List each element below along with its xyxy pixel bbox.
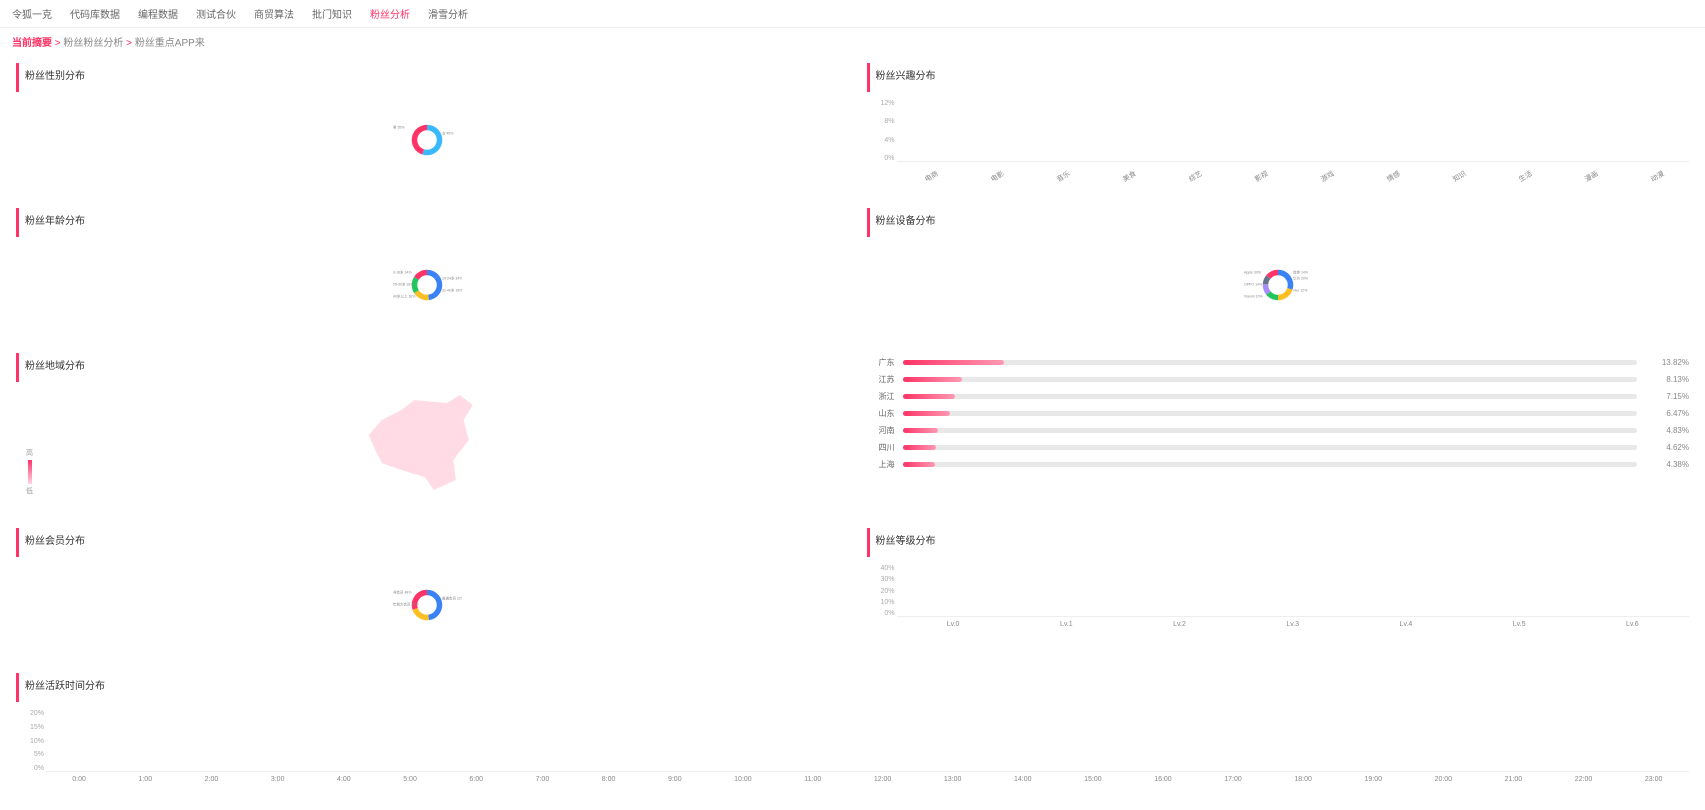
svg-text:Xiaomi 10%: Xiaomi 10% — [1244, 295, 1263, 299]
map-legend: 高 低 — [26, 448, 33, 496]
tab-0[interactable]: 令狐一克 — [12, 6, 52, 21]
svg-text:年费大会员 30%: 年费大会员 30% — [393, 602, 418, 607]
svg-text:Apple 30%: Apple 30% — [1244, 271, 1261, 275]
region-row: 上海4.38% — [867, 459, 1690, 470]
svg-text:华为 20%: 华为 20% — [1293, 276, 1308, 281]
panel-region-bars: 广东13.82% 江苏8.13% 浙江7.15% 山东6.47% 河南4.83% 四川4.… — [863, 345, 1694, 520]
svg-text:OPPO 14%: OPPO 14% — [1244, 283, 1262, 287]
region-row: 浙江7.15% — [867, 391, 1690, 402]
panel-title: 粉丝兴趣分布 — [867, 63, 1690, 92]
panel-interest: 粉丝兴趣分布 0%4%8%12%电商电影音乐美食综艺影视游戏情感知识生活漫画动漫 — [863, 55, 1694, 200]
tab-2[interactable]: 编程数据 — [138, 6, 178, 21]
chart-level[interactable]: 0%10%20%30%40%Lv.0Lv.1Lv.2Lv.3Lv.4Lv.5Lv… — [867, 565, 1690, 635]
svg-text:女 45%: 女 45% — [442, 131, 453, 136]
chart-active[interactable]: 0%5%10%15%20%0:001:002:003:004:005:006:0… — [16, 710, 1689, 790]
panel-device: 粉丝设备分布 Apple 30% 华为 20% OPPO 14% vivo 12% Xi… — [863, 200, 1694, 345]
panel-region-map: 粉丝地域分布 高 低 — [12, 345, 843, 520]
breadcrumb-root[interactable]: 当前摘要 — [12, 38, 52, 49]
panel-title: 粉丝地域分布 — [16, 353, 839, 382]
svg-text:31-40岁 18%: 31-40岁 18% — [442, 288, 462, 293]
tab-4[interactable]: 商贸算法 — [254, 6, 294, 21]
svg-text:普通会员 22%: 普通会员 22% — [442, 596, 462, 601]
tab-7[interactable]: 滑雪分析 — [428, 6, 468, 21]
chart-age[interactable]: 0-18岁 14% 19-24岁 34% 25-30岁 18% 31-40岁 18% 4… — [16, 245, 839, 325]
tab-3[interactable]: 测试合伙 — [196, 6, 236, 21]
svg-text:男 55%: 男 55% — [393, 125, 404, 130]
chart-device[interactable]: Apple 30% 华为 20% OPPO 14% vivo 12% Xiaomi 10… — [867, 245, 1690, 325]
breadcrumb-leaf: 粉丝重点APP来 — [135, 38, 205, 49]
svg-text:非会员 48%: 非会员 48% — [393, 590, 411, 595]
region-row: 河南4.83% — [867, 425, 1690, 436]
region-row: 四川4.62% — [867, 442, 1690, 453]
panel-title: 粉丝性别分布 — [16, 63, 839, 92]
panel-title: 粉丝等级分布 — [867, 528, 1690, 557]
panel-gender: 粉丝性别分布 男 55% 女 45% — [12, 55, 843, 200]
svg-text:vivo 12%: vivo 12% — [1293, 289, 1307, 293]
chart-member[interactable]: 非会员 48% 普通会员 22% 年费大会员 30% — [16, 565, 839, 645]
panel-title: 粉丝年龄分布 — [16, 208, 839, 237]
panel-title: 粉丝会员分布 — [16, 528, 839, 557]
svg-text:40岁以上 16%: 40岁以上 16% — [393, 294, 415, 299]
panel-member: 粉丝会员分布 非会员 48% 普通会员 22% 年费大会员 30% — [12, 520, 843, 665]
svg-text:0-18岁 14%: 0-18岁 14% — [393, 270, 411, 275]
chart-gender[interactable]: 男 55% 女 45% — [16, 100, 839, 180]
panel-active: 粉丝活跃时间分布 0%5%10%15%20%0:001:002:003:004:… — [12, 665, 1693, 810]
panel-title: 粉丝设备分布 — [867, 208, 1690, 237]
breadcrumb-mid[interactable]: 粉丝粉丝分析 — [63, 38, 123, 49]
chart-interest[interactable]: 0%4%8%12%电商电影音乐美食综艺影视游戏情感知识生活漫画动漫 — [867, 100, 1690, 180]
region-row: 山东6.47% — [867, 408, 1690, 419]
panel-age: 粉丝年龄分布 0-18岁 14% 19-24岁 34% 25-30岁 18% 31-4… — [12, 200, 843, 345]
svg-text:其他 14%: 其他 14% — [1293, 270, 1308, 275]
panel-title: 粉丝活跃时间分布 — [16, 673, 1689, 702]
chart-region-map[interactable]: 高 低 — [16, 390, 839, 500]
region-row: 江苏8.13% — [867, 374, 1690, 385]
breadcrumb: 当前摘要 > 粉丝粉丝分析 > 粉丝重点APP来 — [0, 28, 1705, 55]
china-map-icon — [362, 395, 492, 495]
svg-text:25-30岁 18%: 25-30岁 18% — [393, 282, 413, 287]
panel-level: 粉丝等级分布 0%10%20%30%40%Lv.0Lv.1Lv.2Lv.3Lv.… — [863, 520, 1694, 665]
tab-6[interactable]: 粉丝分析 — [370, 6, 410, 21]
tab-bar: 令狐一克 代码库数据 编程数据 测试合伙 商贸算法 批门知识 粉丝分析 滑雪分析 — [0, 0, 1705, 28]
chart-region-bars[interactable]: 广东13.82% 江苏8.13% 浙江7.15% 山东6.47% 河南4.83% 四川4.… — [867, 353, 1690, 474]
svg-text:19-24岁 34%: 19-24岁 34% — [442, 276, 462, 281]
tab-5[interactable]: 批门知识 — [312, 6, 352, 21]
tab-1[interactable]: 代码库数据 — [70, 6, 120, 21]
region-row: 广东13.82% — [867, 357, 1690, 368]
